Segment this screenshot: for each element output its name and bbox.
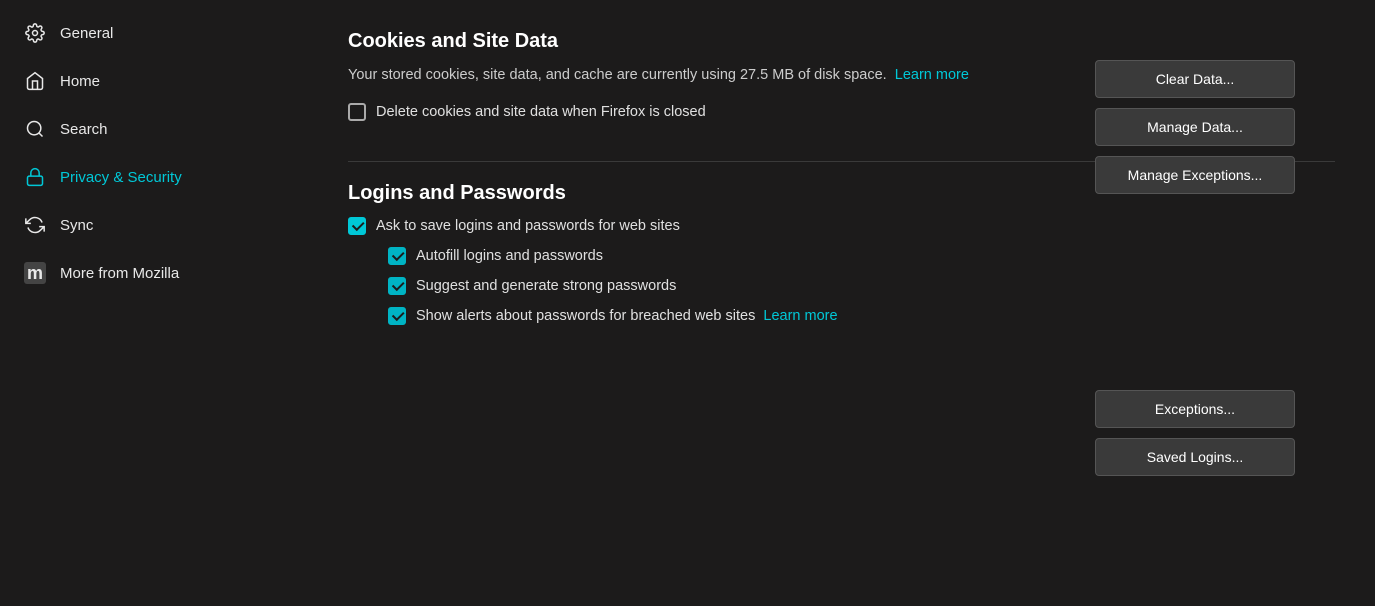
alerts-learn-more-link[interactable]: Learn more <box>763 308 837 324</box>
alerts-text: Show alerts about passwords for breached… <box>416 308 755 324</box>
content-wrapper: Clear Data... Manage Data... Manage Exce… <box>348 30 1335 325</box>
suggest-label[interactable]: Suggest and generate strong passwords <box>416 278 676 294</box>
autofill-row: Autofill logins and passwords <box>388 247 1335 265</box>
sidebar-item-label-general: General <box>60 25 113 42</box>
sidebar: General Home Search Privacy & Security <box>0 0 298 606</box>
sidebar-item-label-mozilla: More from Mozilla <box>60 265 179 282</box>
sidebar-item-home[interactable]: Home <box>0 58 298 104</box>
autofill-checkbox[interactable] <box>388 247 406 265</box>
alerts-label: Show alerts about passwords for breached… <box>416 308 838 324</box>
sidebar-item-label-home: Home <box>60 73 100 90</box>
cookies-buttons-panel: Clear Data... Manage Data... Manage Exce… <box>1095 60 1295 194</box>
logins-section: Logins and Passwords Ask to save logins … <box>348 182 1335 325</box>
sidebar-item-general[interactable]: General <box>0 10 298 56</box>
search-icon <box>24 118 46 140</box>
mozilla-icon: m <box>24 262 46 284</box>
saved-logins-button[interactable]: Saved Logins... <box>1095 438 1295 476</box>
cookies-title: Cookies and Site Data <box>348 30 1335 53</box>
suggest-checkbox[interactable] <box>388 277 406 295</box>
sidebar-item-label-sync: Sync <box>60 217 93 234</box>
sidebar-item-label-search: Search <box>60 121 108 138</box>
sidebar-item-more-mozilla[interactable]: m More from Mozilla <box>0 250 298 296</box>
sidebar-item-label-privacy: Privacy & Security <box>60 169 182 186</box>
ask-save-checkbox[interactable] <box>348 217 366 235</box>
delete-cookies-label[interactable]: Delete cookies and site data when Firefo… <box>376 104 706 120</box>
exceptions-button[interactable]: Exceptions... <box>1095 390 1295 428</box>
delete-cookies-checkbox[interactable] <box>348 103 366 121</box>
alerts-row: Show alerts about passwords for breached… <box>388 307 1335 325</box>
sync-icon <box>24 214 46 236</box>
main-content: Clear Data... Manage Data... Manage Exce… <box>298 0 1375 606</box>
sidebar-item-sync[interactable]: Sync <box>0 202 298 248</box>
manage-exceptions-button[interactable]: Manage Exceptions... <box>1095 156 1295 194</box>
logins-buttons-panel: Exceptions... Saved Logins... <box>1095 390 1295 476</box>
manage-data-button[interactable]: Manage Data... <box>1095 108 1295 146</box>
cookies-description: Your stored cookies, site data, and cach… <box>348 65 1108 87</box>
gear-icon <box>24 22 46 44</box>
cookies-learn-more-link[interactable]: Learn more <box>895 67 969 83</box>
ask-save-row: Ask to save logins and passwords for web… <box>348 217 1335 235</box>
alerts-checkbox[interactable] <box>388 307 406 325</box>
sidebar-item-privacy-security[interactable]: Privacy & Security <box>0 154 298 200</box>
clear-data-button[interactable]: Clear Data... <box>1095 60 1295 98</box>
home-icon <box>24 70 46 92</box>
lock-icon <box>24 166 46 188</box>
suggest-row: Suggest and generate strong passwords <box>388 277 1335 295</box>
cookies-desc-text: Your stored cookies, site data, and cach… <box>348 67 887 83</box>
autofill-label[interactable]: Autofill logins and passwords <box>416 248 603 264</box>
ask-save-label[interactable]: Ask to save logins and passwords for web… <box>376 218 680 234</box>
sidebar-item-search[interactable]: Search <box>0 106 298 152</box>
